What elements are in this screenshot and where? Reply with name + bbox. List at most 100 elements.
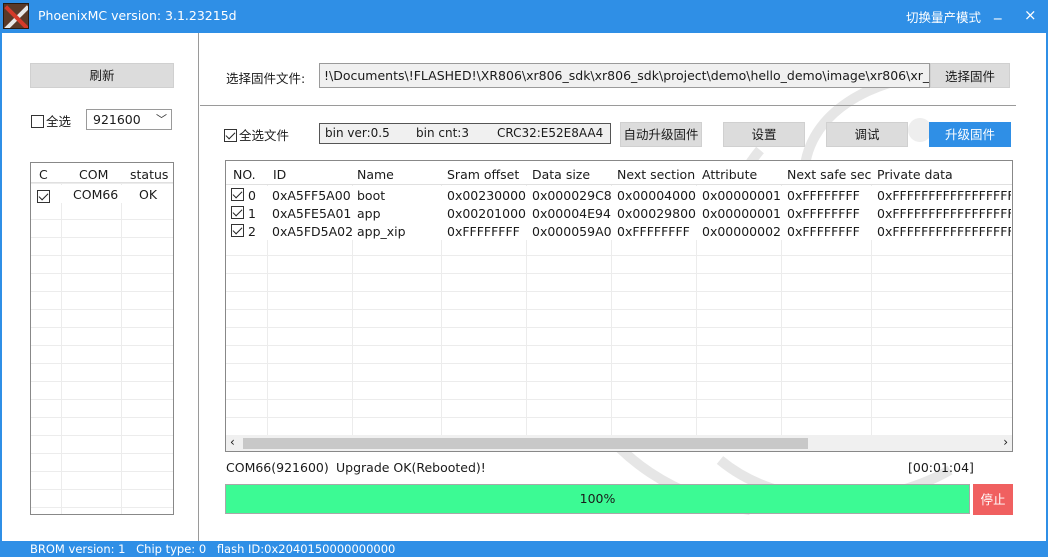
- col-header-name[interactable]: Name: [357, 167, 394, 182]
- section-row-checkbox[interactable]: [231, 188, 244, 201]
- section-next-section: 0xFFFFFFFF: [617, 224, 690, 239]
- mode-switch-button[interactable]: 切换量产模式: [906, 7, 981, 26]
- col-header-com[interactable]: COM: [79, 167, 108, 182]
- section-attribute: 0x00000001: [702, 188, 781, 203]
- section-id: 0xA5FE5A01: [272, 206, 352, 221]
- com-table-row[interactable]: COM66 OK: [31, 185, 173, 203]
- section-row-checkbox[interactable]: [231, 206, 244, 219]
- upgrade-progress-bar: 100%: [225, 484, 970, 514]
- debug-button[interactable]: 调试: [826, 122, 908, 147]
- chevron-down-icon: ﹀: [156, 113, 167, 126]
- section-no: 2: [248, 224, 256, 239]
- bin-count: bin cnt:3: [416, 126, 469, 140]
- brom-version: BROM version: 1: [30, 542, 126, 556]
- col-header-sram-offset[interactable]: Sram offset: [447, 167, 519, 182]
- firmware-file-label: 选择固件文件:: [226, 71, 306, 86]
- bin-info-box: bin ver:0.5 bin cnt:3 CRC32:E52E8AA4: [319, 123, 611, 144]
- upgrade-firmware-button[interactable]: 升级固件: [929, 122, 1011, 147]
- col-header-status[interactable]: status: [130, 167, 168, 182]
- select-all-ports-label: 全选: [46, 114, 72, 129]
- com-port-status-text: COM66(921600): [226, 460, 329, 475]
- section-next-safe-sec: 0xFFFFFFFF: [787, 206, 860, 221]
- file-table-header: NO. ID Name Sram offset Data size Next s…: [226, 161, 1012, 185]
- section-sram-offset: 0x00230000: [447, 188, 526, 203]
- window-border-left: [0, 33, 2, 541]
- table-row[interactable]: 0 0xA5FF5A00 boot 0x00230000 0x000029C8 …: [226, 186, 1012, 204]
- section-data-size: 0x00004E94: [532, 206, 611, 221]
- com-column-divider: [121, 163, 122, 514]
- title-bar: PhoenixMC version: 3.1.23215d 切换量产模式 _ ×: [0, 0, 1048, 33]
- auto-upgrade-button[interactable]: 自动升级固件: [620, 122, 702, 147]
- section-no: 1: [248, 206, 256, 221]
- minimize-button[interactable]: _: [994, 2, 1002, 20]
- select-all-files[interactable]: 全选文件: [224, 125, 289, 144]
- section-private-data: 0xFFFFFFFFFFFFFFFFFFFF: [877, 224, 1011, 239]
- stop-button[interactable]: 停止: [973, 484, 1013, 515]
- scroll-left-icon[interactable]: ‹: [230, 435, 235, 449]
- section-next-safe-sec: 0xFFFFFFFF: [787, 188, 860, 203]
- table-row[interactable]: 2 0xA5FD5A02 app_xip 0xFFFFFFFF 0x000059…: [226, 222, 1012, 240]
- refresh-button[interactable]: 刷新: [30, 63, 174, 88]
- section-data-size: 0x000059A0: [532, 224, 612, 239]
- firmware-path-field[interactable]: !\Documents\!FLASHED!\XR806\xr806_sdk\xr…: [319, 63, 930, 88]
- com-port-status: OK: [139, 187, 158, 202]
- section-attribute: 0x00000001: [702, 206, 781, 221]
- close-button[interactable]: ×: [1024, 6, 1037, 24]
- progress-percent: 100%: [579, 491, 616, 506]
- col-header-c[interactable]: C: [39, 167, 48, 182]
- select-all-ports-checkbox[interactable]: [31, 115, 44, 128]
- select-all-files-label: 全选文件: [239, 128, 290, 143]
- section-data-size: 0x000029C8: [532, 188, 612, 203]
- chip-type: Chip type: 0: [136, 542, 207, 556]
- com-table-header: C COM status: [31, 163, 173, 183]
- baud-rate-select[interactable]: 921600 ﹀: [86, 109, 172, 130]
- firmware-section-table: NO. ID Name Sram offset Data size Next s…: [225, 160, 1013, 452]
- choose-firmware-button[interactable]: 选择固件: [930, 63, 1010, 88]
- col-header-next-safe-sec[interactable]: Next safe sec: [787, 167, 871, 182]
- status-bar: BROM version: 1 Chip type: 0 flash ID:0x…: [0, 541, 1048, 557]
- flash-id: flash ID:0x2040150000000000: [216, 542, 396, 556]
- section-next-section: 0x00004000: [617, 188, 696, 203]
- section-id: 0xA5FD5A02: [272, 224, 354, 239]
- col-header-id[interactable]: ID: [273, 167, 286, 182]
- com-row-checkbox[interactable]: [37, 190, 50, 203]
- table-row[interactable]: 1 0xA5FE5A01 app 0x00201000 0x00004E94 0…: [226, 204, 1012, 222]
- section-no: 0: [248, 188, 256, 203]
- app-icon: [3, 3, 29, 29]
- bin-version: bin ver:0.5: [325, 126, 390, 140]
- elapsed-time: [00:01:04]: [908, 460, 974, 475]
- bin-crc: CRC32:E52E8AA4: [497, 126, 604, 140]
- section-next-safe-sec: 0xFFFFFFFF: [787, 224, 860, 239]
- section-sram-offset: 0xFFFFFFFF: [447, 224, 520, 239]
- section-private-data: 0xFFFFFFFFFFFFFFFFFFFF: [877, 206, 1011, 221]
- section-row-checkbox[interactable]: [231, 224, 244, 237]
- section-name: app: [357, 206, 381, 221]
- select-all-files-checkbox[interactable]: [224, 129, 237, 142]
- section-private-data: 0xFFFFFFFFFFFFFFFFFFFF: [877, 188, 1011, 203]
- select-all-ports[interactable]: 全选: [31, 111, 71, 130]
- section-id: 0xA5FF5A00: [272, 188, 351, 203]
- window-title: PhoenixMC version: 3.1.23215d: [38, 8, 237, 23]
- section-name: boot: [357, 188, 386, 203]
- scroll-right-icon[interactable]: ›: [1003, 435, 1008, 449]
- col-header-private-data[interactable]: Private data: [877, 167, 953, 182]
- com-port-table: C COM status COM66 OK: [30, 162, 174, 515]
- section-divider: [200, 105, 1016, 106]
- horizontal-scrollbar[interactable]: ‹ ›: [226, 435, 1012, 451]
- section-attribute: 0x00000002: [702, 224, 781, 239]
- upgrade-result-text: Upgrade OK(Rebooted)!: [336, 460, 486, 475]
- col-header-no[interactable]: NO.: [233, 167, 256, 182]
- col-header-data-size[interactable]: Data size: [532, 167, 590, 182]
- baud-rate-value: 921600: [93, 112, 141, 127]
- panel-divider: [198, 33, 199, 541]
- col-header-attribute[interactable]: Attribute: [702, 167, 757, 182]
- settings-button[interactable]: 设置: [723, 122, 805, 147]
- section-sram-offset: 0x00201000: [447, 206, 526, 221]
- col-header-next-section[interactable]: Next section: [617, 167, 695, 182]
- scrollbar-thumb[interactable]: [243, 438, 808, 449]
- section-next-section: 0x00029800: [617, 206, 696, 221]
- com-column-divider: [61, 163, 62, 514]
- section-name: app_xip: [357, 224, 406, 239]
- com-port-name: COM66: [73, 187, 119, 202]
- com-table-grid: [31, 163, 173, 514]
